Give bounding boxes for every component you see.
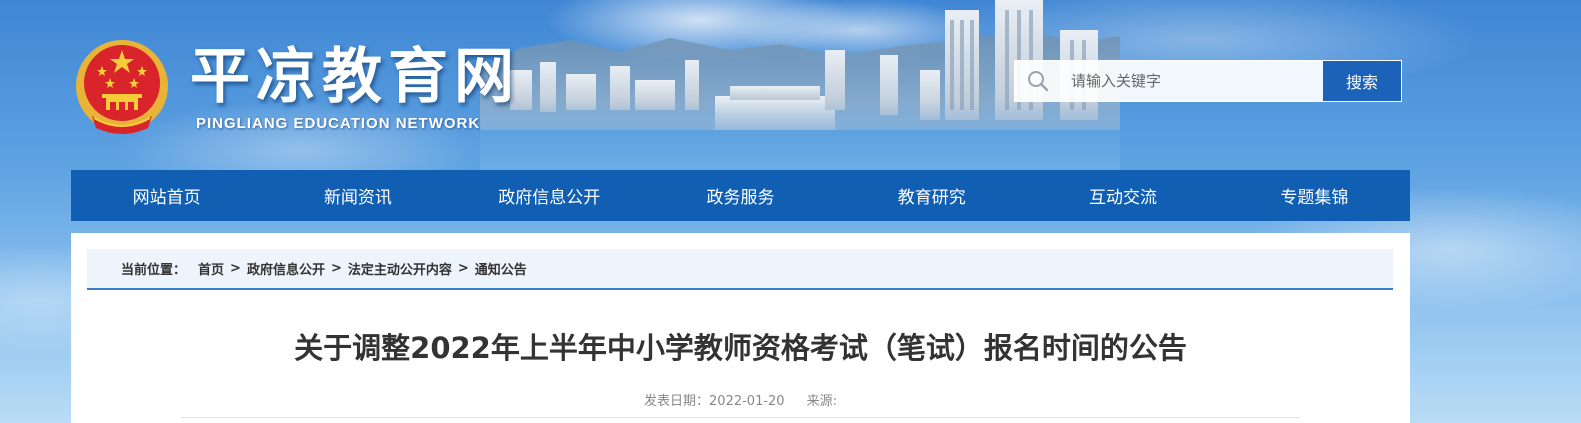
article-divider bbox=[181, 417, 1300, 418]
breadcrumb-notices[interactable]: 通知公告 bbox=[475, 259, 527, 278]
national-emblem-icon bbox=[76, 40, 168, 134]
site-subtitle: PINGLIANG EDUCATION NETWORK bbox=[196, 115, 481, 132]
source-label: 来源: bbox=[806, 394, 837, 409]
publish-date: 2022-01-20 bbox=[709, 394, 785, 409]
article-meta: 发表日期：2022-01-20 来源: bbox=[71, 390, 1410, 409]
breadcrumb-separator: > bbox=[330, 261, 342, 276]
nav-item-home[interactable]: 网站首页 bbox=[71, 170, 262, 221]
nav-item-edu-research[interactable]: 教育研究 bbox=[836, 170, 1027, 221]
main-nav: 网站首页 新闻资讯 政府信息公开 政务服务 教育研究 互动交流 专题集锦 bbox=[71, 170, 1410, 221]
nav-item-news[interactable]: 新闻资讯 bbox=[262, 170, 453, 221]
breadcrumb-gov-info[interactable]: 政府信息公开 bbox=[247, 259, 325, 278]
search-box: 搜索 bbox=[1014, 60, 1402, 102]
breadcrumb-separator: > bbox=[230, 261, 241, 276]
publish-date-label: 发表日期： bbox=[644, 394, 710, 409]
breadcrumb-statutory-disclosure[interactable]: 法定主动公开内容 bbox=[348, 259, 452, 278]
search-icon bbox=[1015, 61, 1061, 101]
nav-item-gov-services[interactable]: 政务服务 bbox=[645, 170, 836, 221]
nav-item-special-topics[interactable]: 专题集锦 bbox=[1219, 170, 1410, 221]
content-panel: 当前位置： 首页 > 政府信息公开 > 法定主动公开内容 > 通知公告 关于调整… bbox=[71, 233, 1410, 423]
breadcrumb-label: 当前位置： bbox=[121, 263, 187, 278]
site-title: 平凉教育网 bbox=[190, 42, 520, 112]
breadcrumb: 当前位置： 首页 > 政府信息公开 > 法定主动公开内容 > 通知公告 bbox=[87, 249, 1393, 290]
breadcrumb-home[interactable]: 首页 bbox=[198, 259, 224, 278]
article-title: 关于调整2022年上半年中小学教师资格考试（笔试）报名时间的公告 bbox=[294, 331, 1187, 365]
nav-item-gov-info[interactable]: 政府信息公开 bbox=[454, 170, 645, 221]
search-input[interactable] bbox=[1061, 61, 1323, 101]
search-button[interactable]: 搜索 bbox=[1323, 61, 1401, 101]
nav-item-interaction[interactable]: 互动交流 bbox=[1027, 170, 1218, 221]
breadcrumb-separator: > bbox=[457, 261, 469, 276]
